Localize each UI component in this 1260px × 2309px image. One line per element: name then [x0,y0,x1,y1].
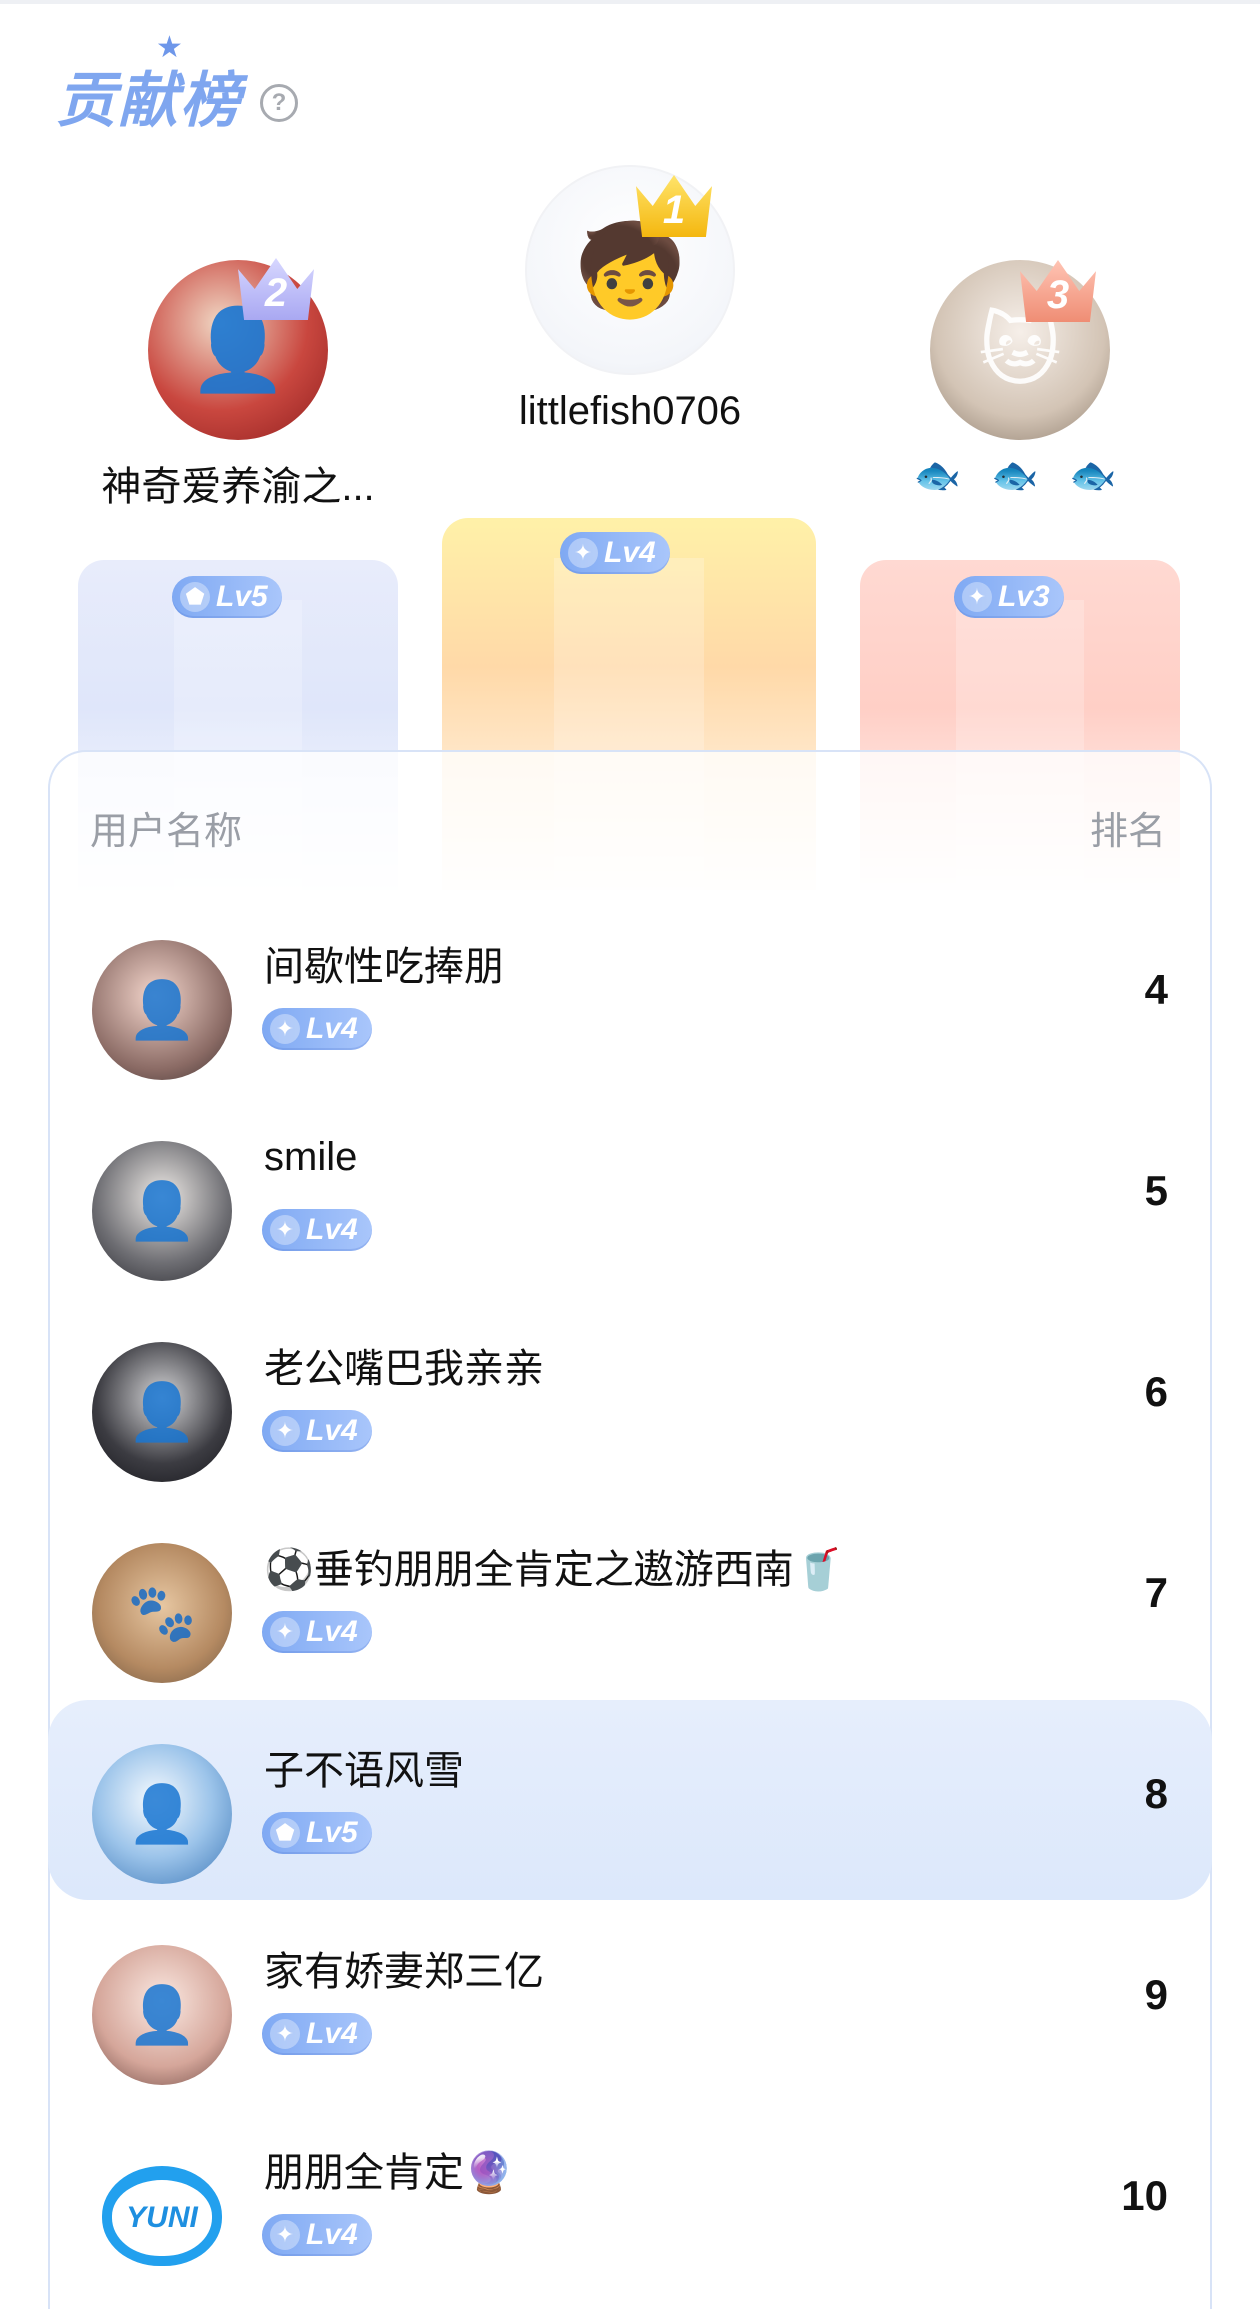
user-photo-icon: 👤 [127,978,197,1041]
user-name: 子不语风雪 [264,1749,464,1793]
avatar[interactable]: 👤 [92,1141,232,1281]
podium-user-3[interactable]: 🐱 3 🐟 🐟 🐟 [860,260,1180,498]
level-badge: ✦ Lv3 [954,576,1064,618]
level-badge: ✦ Lv4 [560,532,670,574]
podium-user-name: 神奇爱养渝之... [101,465,375,509]
list-item-current-user[interactable]: 👤 子不语风雪 ⬟ Lv5 8 [48,1700,1212,1900]
rank-number: 8 [1144,1770,1168,1817]
sparkle-icon: ✦ [270,1215,300,1245]
help-icon[interactable]: ? [260,84,298,122]
rank-number: 9 [1144,1971,1168,2018]
level-badge: ⬟ Lv5 [172,576,282,618]
avatar[interactable]: 👤 [92,940,232,1080]
rank-number: 6 [1144,1368,1168,1415]
user-name: 老公嘴巴我亲亲 [264,1347,544,1391]
top-divider [0,0,1260,4]
user-photo-icon: 👤 [127,1179,197,1242]
avatar[interactable]: YUNI [92,2146,232,2286]
list-item[interactable]: 🐾 ⚽垂钓朋朋全肯定之遨游西南🥤 ✦ Lv4 7 [48,1499,1212,1699]
podium-user-2[interactable]: 👤 2 神奇爱养渝之... [60,258,416,512]
level-badge: ✦ Lv4 [262,1410,372,1452]
yuni-logo-icon: YUNI [102,2166,222,2266]
sparkle-icon: ✦ [270,1617,300,1647]
sparkle-icon: ✦ [568,538,598,568]
level-badge: ⬟ Lv5 [262,1812,372,1854]
user-photo-icon: 👤 [127,1380,197,1443]
column-user-name: 用户名称 [90,811,243,853]
avatar[interactable]: 👤 [92,1945,232,2085]
cat-photo-icon: 🐾 [127,1581,197,1644]
level-badge: ✦ Lv4 [262,1611,372,1653]
user-name: 朋朋全肯定🔮 [264,2151,514,2195]
user-name: 家有娇妻郑三亿 [264,1950,544,1994]
rank-number: 7 [1144,1569,1168,1616]
podium-user-name: 🐟 🐟 🐟 [913,455,1127,497]
rank-number: 10 [1121,2172,1168,2219]
page-header: ★ 贡献榜 ? [56,29,298,140]
level-badge: ✦ Lv4 [262,1209,372,1251]
user-name: smile [264,1135,358,1179]
user-photo-icon: 👤 [127,1983,197,2046]
avatar[interactable]: 🐾 [92,1543,232,1683]
list-item[interactable]: YUNI 朋朋全肯定🔮 ✦ Lv4 10 [48,2102,1212,2302]
list-item[interactable]: 👤 老公嘴巴我亲亲 ✦ Lv4 6 [48,1298,1212,1498]
sparkle-icon: ✦ [270,2220,300,2250]
column-rank: 排名 [1089,811,1166,853]
user-name: 间歇性吃捧朋 [264,945,504,989]
avatar[interactable]: 👤 [92,1342,232,1482]
user-name: ⚽垂钓朋朋全肯定之遨游西南🥤 [264,1548,844,1592]
page-title: ★ 贡献榜 [56,29,242,136]
list-item[interactable]: 👤 smile ✦ Lv4 5 [48,1097,1212,1297]
level-badge: ✦ Lv4 [262,2214,372,2256]
podium-user-1[interactable]: 🧒 1 littlefish0706 [430,165,830,434]
level-badge: ✦ Lv4 [262,1008,372,1050]
user-photo-icon: 👤 [127,1782,197,1845]
sparkle-icon: ✦ [962,582,992,612]
rank-number: 5 [1144,1167,1168,1214]
pentagon-icon: ⬟ [180,582,210,612]
list-item[interactable]: 👤 间歇性吃捧朋 ✦ Lv4 4 [48,896,1212,1096]
rank-number: 4 [1144,966,1168,1013]
star-icon: ★ [156,29,185,65]
pentagon-icon: ⬟ [270,1818,300,1848]
sparkle-icon: ✦ [270,1416,300,1446]
level-badge: ✦ Lv4 [262,2013,372,2055]
avatar[interactable]: 👤 [92,1744,232,1884]
podium-user-name: littlefish0706 [518,389,742,433]
list-header: 用户名称 排名 [90,800,1166,855]
list-item[interactable]: 👤 家有娇妻郑三亿 ✦ Lv4 9 [48,1901,1212,2101]
sparkle-icon: ✦ [270,2019,300,2049]
sparkle-icon: ✦ [270,1014,300,1044]
